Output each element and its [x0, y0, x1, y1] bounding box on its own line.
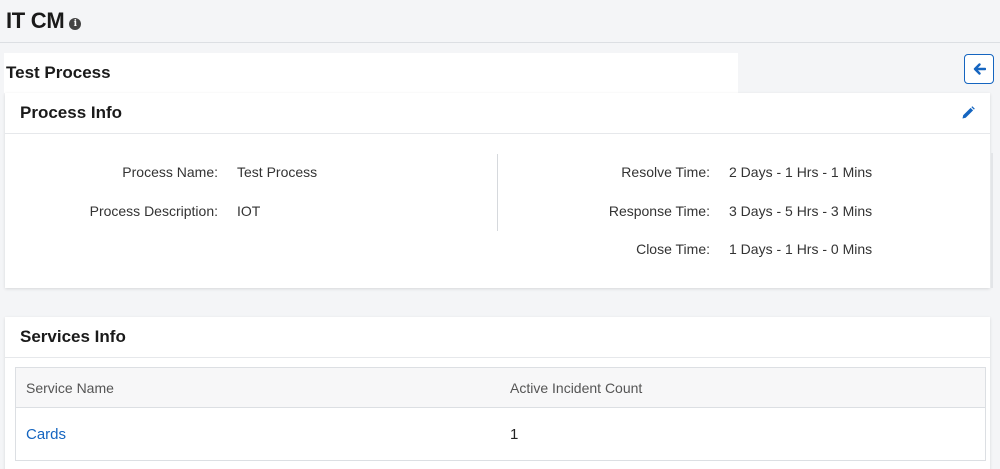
app-header: IT CM i [0, 0, 1000, 43]
process-info-header: Process Info [5, 93, 990, 134]
column-divider [497, 154, 498, 231]
arrow-left-icon [973, 63, 986, 75]
back-button[interactable] [964, 54, 994, 84]
process-description-label: Process Description: [89, 203, 218, 219]
resolve-time-label: Resolve Time: [621, 164, 710, 180]
app-title: IT CM [6, 8, 65, 33]
close-time-label: Close Time: [636, 241, 710, 257]
incident-count-cell: 1 [510, 425, 519, 443]
response-time-value: 3 Days - 5 Hrs - 3 Mins [729, 203, 873, 219]
process-name-label: Process Name: [122, 164, 218, 180]
process-name-value: Test Process [237, 164, 318, 180]
pencil-icon[interactable] [960, 105, 976, 121]
service-link[interactable]: Cards [26, 426, 66, 443]
card-edge [991, 153, 993, 288]
services-table: Service Name Active Incident Count Cards… [15, 367, 986, 461]
table-row: Cards 1 [16, 408, 985, 460]
services-info-card: Services Info Service Name Active Incide… [5, 317, 990, 469]
services-info-title: Services Info [20, 327, 126, 346]
services-info-header: Services Info [5, 317, 990, 358]
process-info-card: Process Info Process Name: Test Process … [5, 93, 990, 288]
column-service-name[interactable]: Service Name [16, 380, 500, 396]
process-info-grid: Process Name: Test Process Process Descr… [5, 134, 990, 284]
response-time-label: Response Time: [608, 203, 710, 219]
table-header: Service Name Active Incident Count [16, 368, 985, 408]
process-description-value: IOT [237, 203, 261, 219]
process-title: Test Process [6, 63, 111, 82]
process-title-bar: Test Process [4, 53, 738, 93]
column-active-incident-count[interactable]: Active Incident Count [500, 380, 642, 396]
resolve-time-value: 2 Days - 1 Hrs - 1 Mins [729, 164, 873, 180]
process-info-title: Process Info [20, 103, 123, 122]
info-icon[interactable]: i [69, 18, 82, 30]
service-name-cell: Cards [16, 426, 500, 443]
close-time-value: 1 Days - 1 Hrs - 0 Mins [729, 241, 873, 257]
